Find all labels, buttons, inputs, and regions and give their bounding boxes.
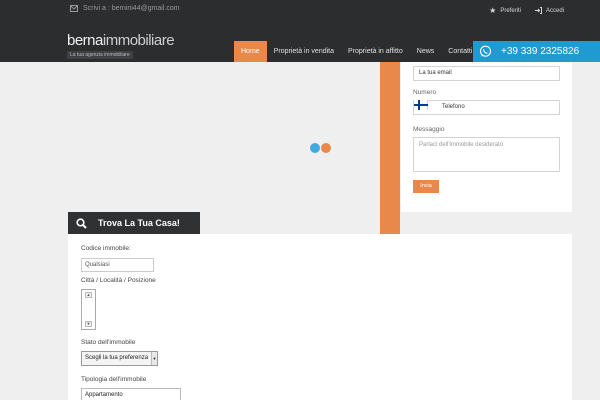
phone-number: +39 339 2325826 (501, 46, 580, 57)
favorites-label: Preferiti (500, 7, 521, 14)
status-label: Stato dell'immobile (81, 339, 136, 346)
logo-tagline: La tua agenzia immobiliare (67, 51, 133, 59)
scroll-down-icon[interactable]: ▼ (85, 321, 92, 327)
code-input[interactable]: Qualsiasi (81, 258, 154, 272)
site-header: Scrivi a : bernini44@gmail.com ★ Preferi… (0, 0, 600, 62)
message-label: Messaggio (413, 126, 445, 133)
email-text: Scrivi a : bernini44@gmail.com (83, 5, 180, 12)
location-select[interactable]: ▲ ▼ (81, 289, 96, 330)
nav-rent[interactable]: Proprietà in affitto (341, 41, 410, 62)
nav-news[interactable]: News (410, 41, 442, 62)
site-logo[interactable]: bernaimmobiliare La tua agenzia immobili… (67, 32, 175, 59)
loader-dot-blue (310, 143, 320, 153)
logo-part1: berna (67, 32, 103, 49)
submit-button[interactable]: Invia (413, 180, 439, 193)
nav-sale[interactable]: Proprietà in vendita (267, 41, 341, 62)
contact-form: La tua email Numero Telefono Messaggio P… (401, 62, 572, 212)
status-select[interactable]: Scegli la tua preferenza ▼ (81, 351, 158, 366)
type-label: Tipologia dell'immobile (81, 376, 147, 383)
favorites-link[interactable]: ★ Preferiti (489, 6, 521, 15)
chevron-down-icon: ▼ (151, 352, 157, 365)
location-label: Città / Località / Posizione (81, 277, 156, 284)
login-icon (534, 7, 542, 14)
number-label: Numero (413, 89, 437, 96)
code-label: Codice immobile: (81, 245, 131, 252)
main-nav: Home Proprietà in vendita Proprietà in a… (234, 41, 479, 62)
login-label: Accedi (545, 7, 564, 14)
whatsapp-phone-button[interactable]: +39 339 2325826 (473, 41, 600, 62)
hero-slider (0, 62, 400, 234)
header-email[interactable]: Scrivi a : bernini44@gmail.com (70, 5, 180, 12)
type-select[interactable]: Appartamento (81, 388, 181, 400)
loading-spinner (310, 143, 331, 153)
envelope-icon (70, 5, 78, 12)
search-icon (68, 212, 94, 234)
logo-part2: immobiliare (102, 32, 175, 49)
message-textarea[interactable]: Parlaci dell'immobile desiderato (413, 137, 560, 172)
loader-dot-orange (321, 143, 331, 153)
login-link[interactable]: Accedi (534, 6, 564, 15)
finland-flag-icon[interactable] (414, 100, 428, 110)
type-value: Appartamento (85, 392, 123, 398)
whatsapp-icon (473, 41, 497, 62)
nav-home[interactable]: Home (234, 41, 267, 62)
status-value: Scegli la tua preferenza (85, 355, 149, 361)
scroll-up-icon[interactable]: ▲ (85, 292, 92, 298)
search-header: Trova La Tua Casa! (68, 212, 200, 234)
search-title: Trova La Tua Casa! (98, 218, 180, 228)
star-icon: ★ (489, 6, 497, 15)
accent-bar (380, 62, 400, 234)
email-field[interactable]: La tua email (413, 66, 560, 81)
search-form: Codice immobile: Qualsiasi Città / Local… (68, 234, 572, 400)
phone-field[interactable]: Telefono (413, 100, 560, 115)
